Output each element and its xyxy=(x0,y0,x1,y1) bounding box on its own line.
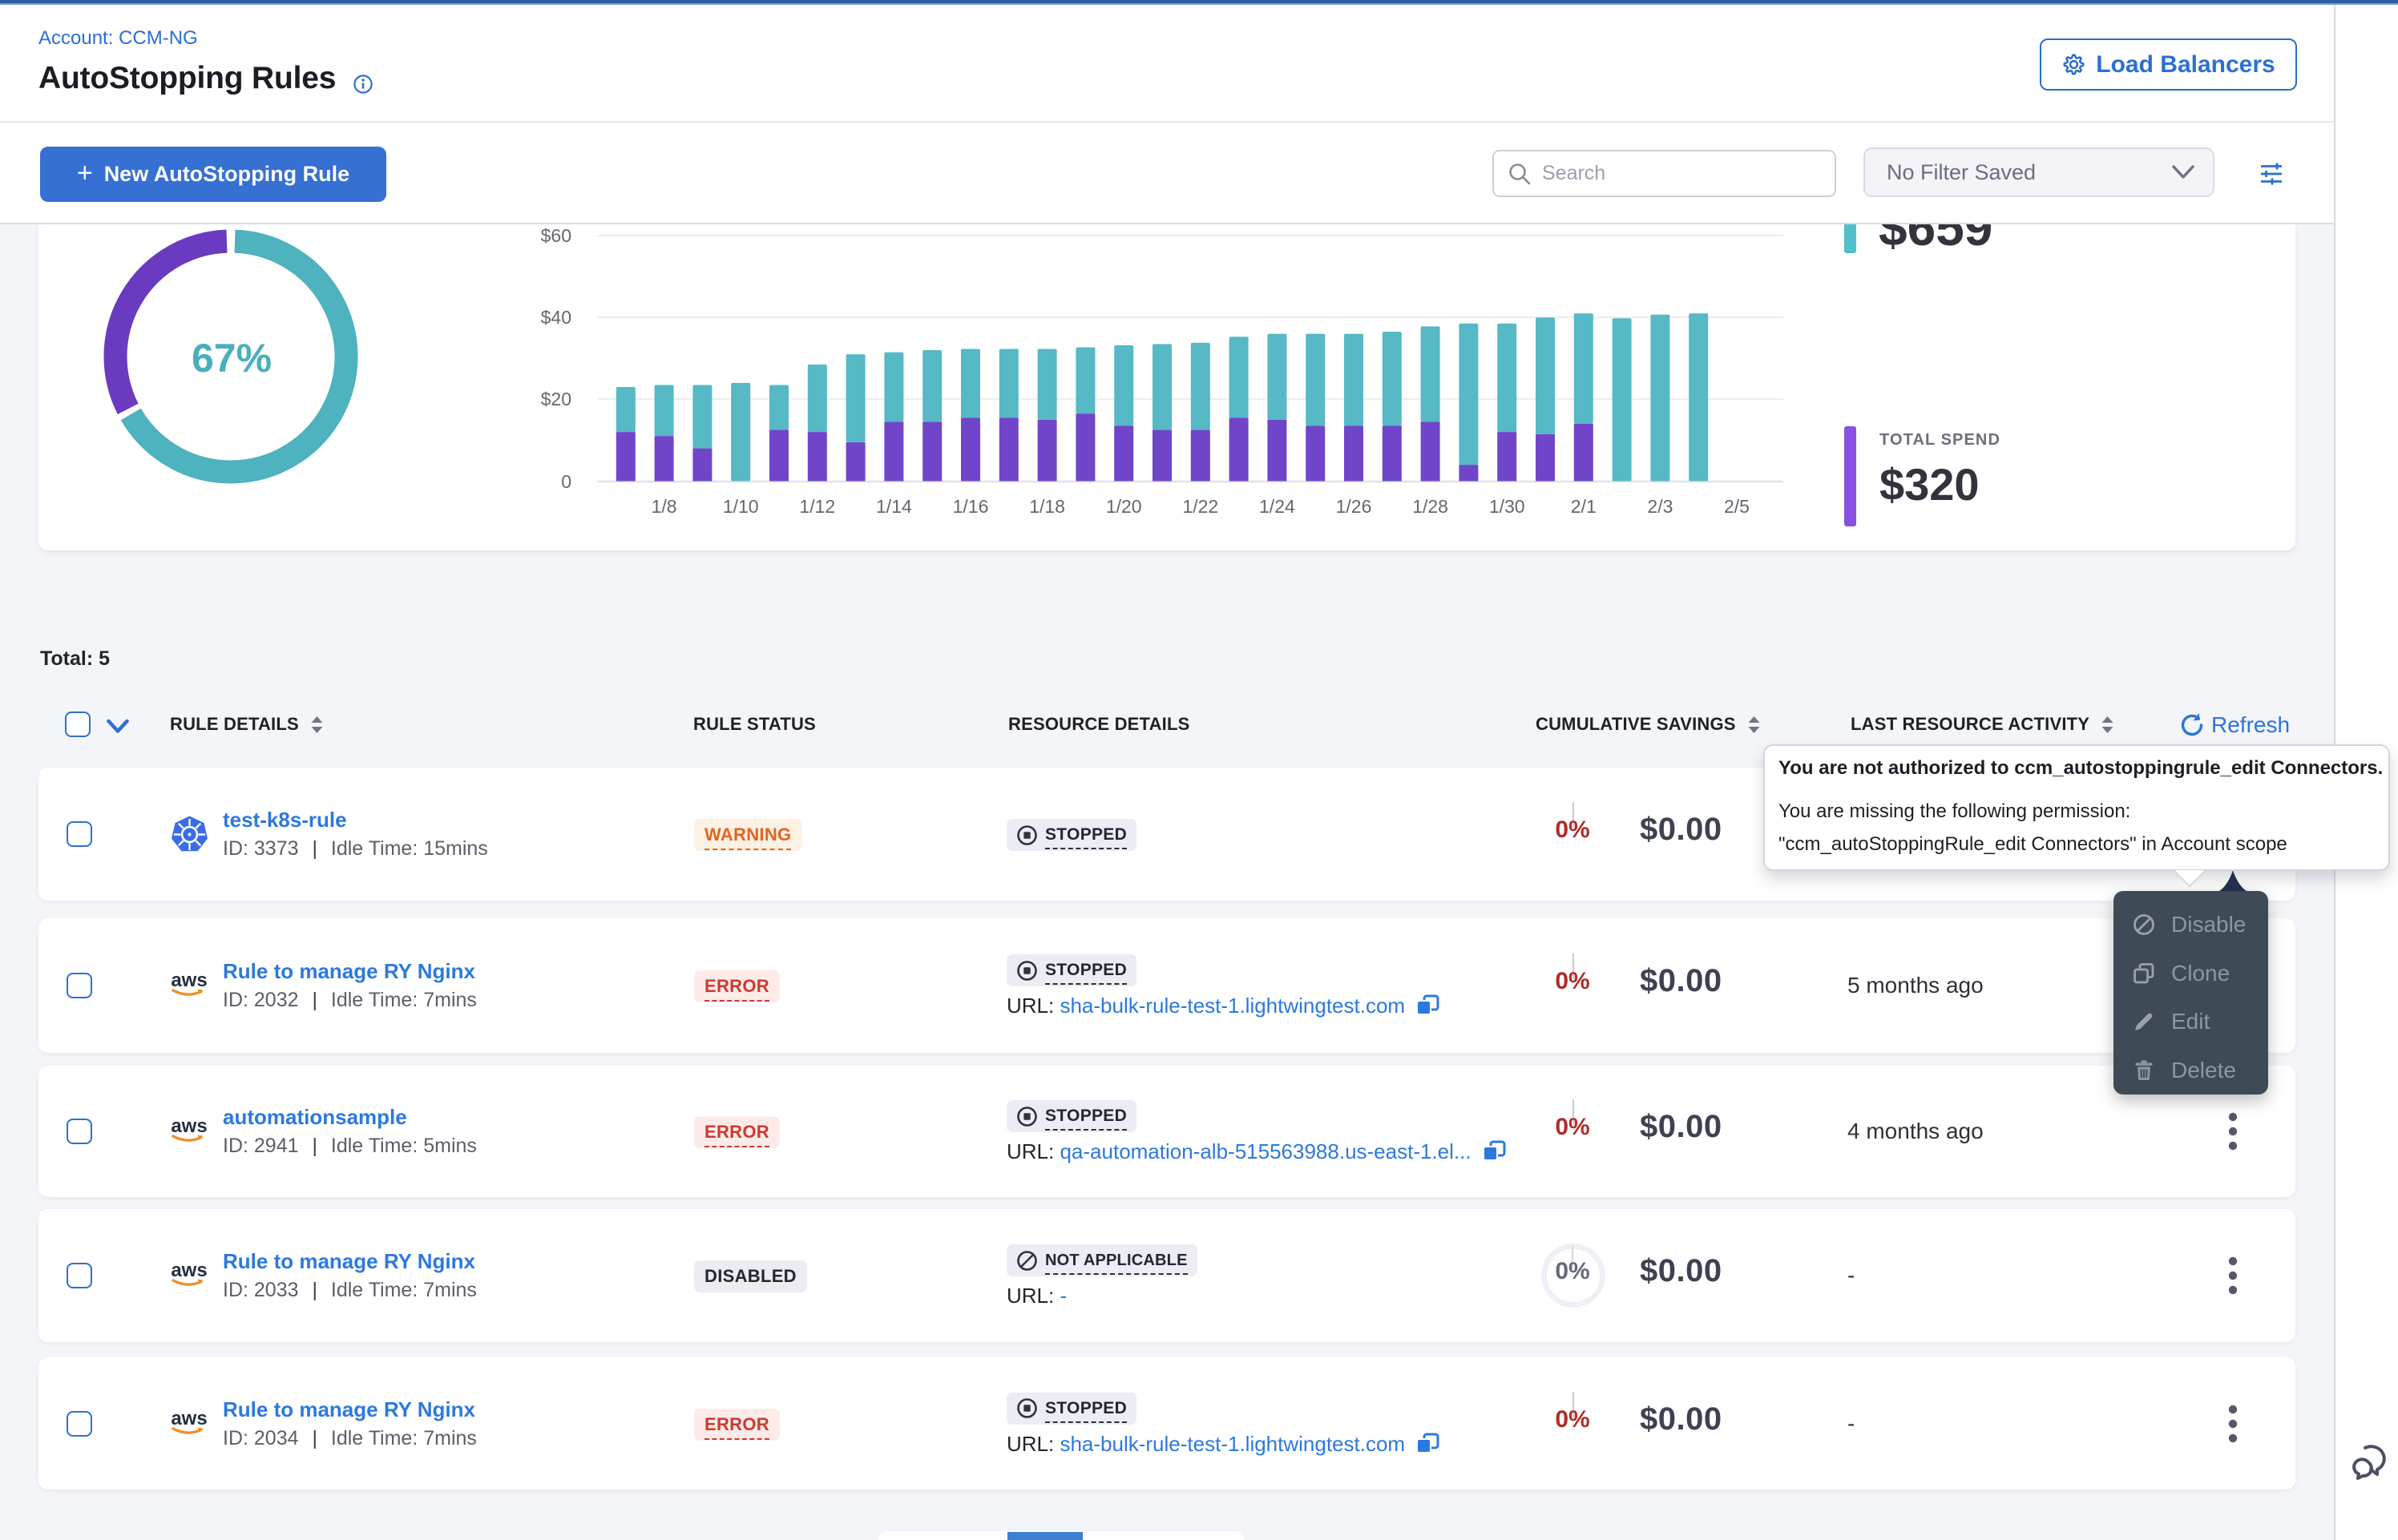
svg-text:aws: aws xyxy=(171,1408,207,1429)
svg-text:1/20: 1/20 xyxy=(1106,496,1142,517)
svg-text:1/12: 1/12 xyxy=(799,496,835,517)
svg-text:aws: aws xyxy=(171,970,207,991)
svg-text:1/22: 1/22 xyxy=(1182,496,1218,517)
svg-text:1/8: 1/8 xyxy=(652,496,677,517)
svg-text:1/30: 1/30 xyxy=(1489,496,1525,517)
svg-text:1/26: 1/26 xyxy=(1336,496,1372,517)
svg-text:1/28: 1/28 xyxy=(1412,496,1448,517)
svg-text:$60: $60 xyxy=(541,225,571,246)
svg-text:2/5: 2/5 xyxy=(1724,496,1750,517)
svg-text:1/16: 1/16 xyxy=(953,496,989,517)
svg-text:aws: aws xyxy=(171,1260,207,1281)
svg-text:1/10: 1/10 xyxy=(723,496,759,517)
svg-text:2/1: 2/1 xyxy=(1571,496,1597,517)
svg-text:1/24: 1/24 xyxy=(1259,496,1295,517)
svg-text:$40: $40 xyxy=(541,307,571,328)
svg-text:$20: $20 xyxy=(541,389,571,409)
svg-text:2/3: 2/3 xyxy=(1647,496,1673,517)
svg-text:aws: aws xyxy=(171,1115,207,1137)
svg-text:1/14: 1/14 xyxy=(876,496,912,517)
svg-text:0: 0 xyxy=(561,471,571,492)
svg-text:1/18: 1/18 xyxy=(1029,496,1065,517)
